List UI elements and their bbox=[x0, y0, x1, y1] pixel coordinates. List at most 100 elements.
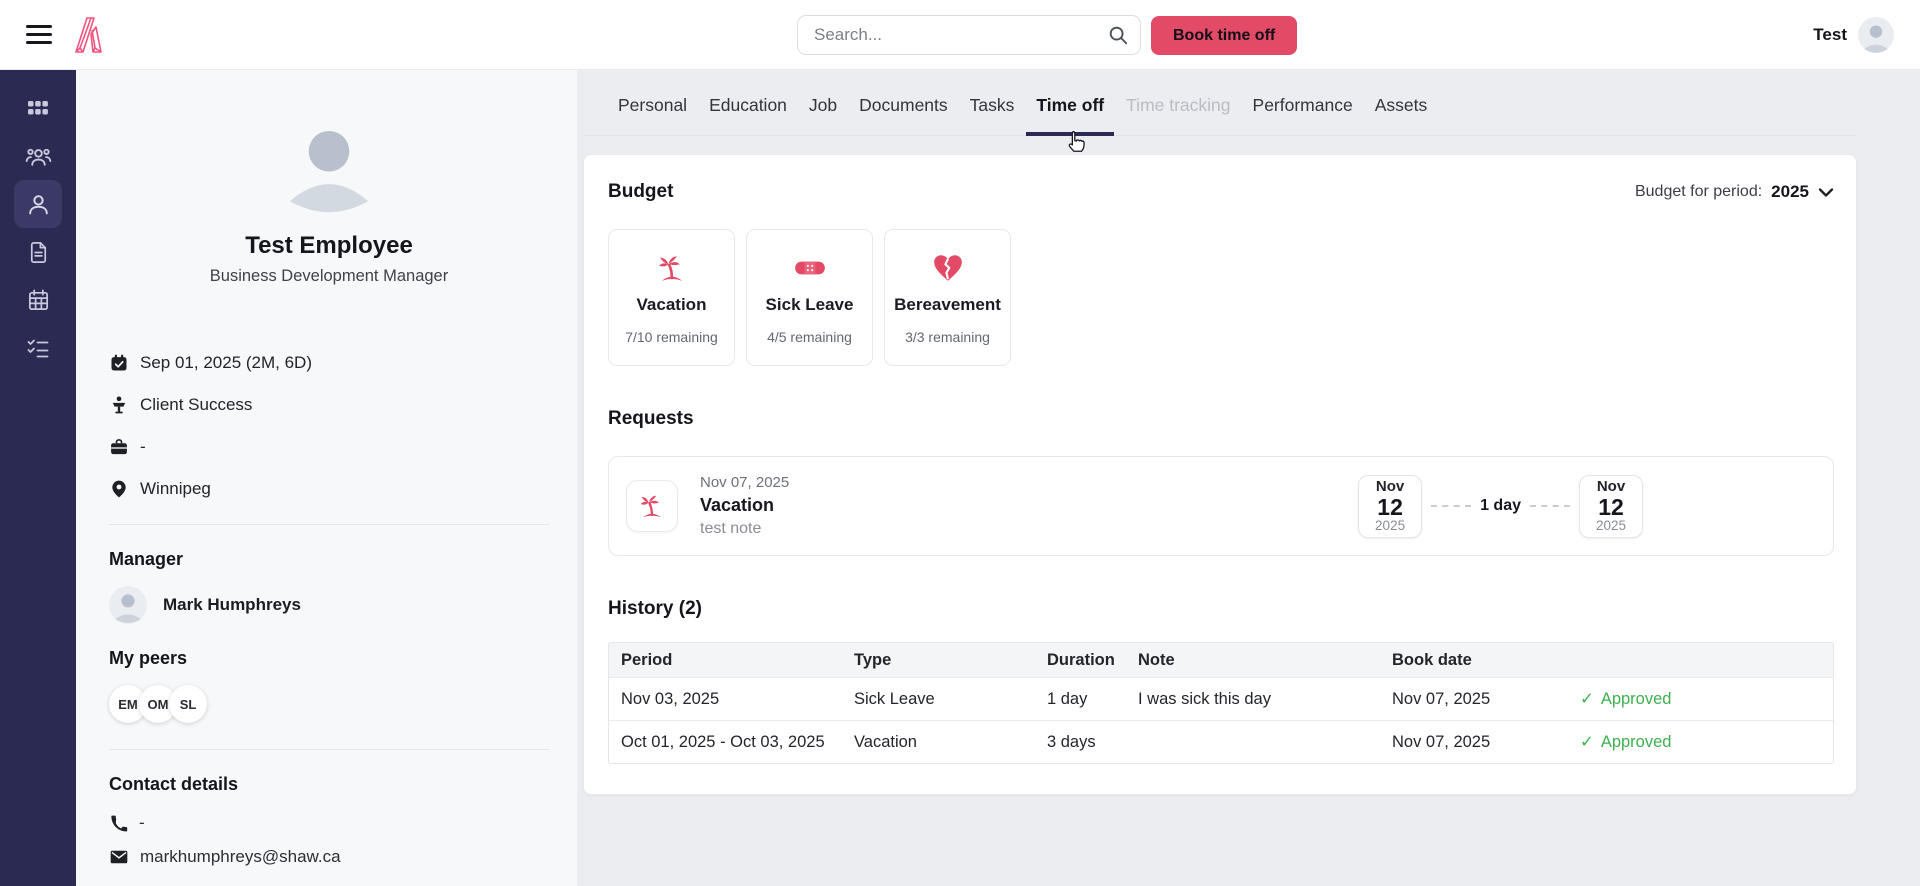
app-logo-icon[interactable] bbox=[68, 14, 108, 56]
detail-position-text: - bbox=[140, 437, 146, 456]
cell-duration: 1 day bbox=[1047, 689, 1088, 708]
budget-card-vacation: Vacation 7/10 remaining bbox=[608, 229, 735, 366]
tab-job[interactable]: Job bbox=[799, 95, 847, 136]
history-row[interactable]: Nov 03, 2025 Sick Leave 1 day I was sick… bbox=[609, 677, 1833, 720]
tab-bar: Personal Education Job Documents Tasks T… bbox=[583, 70, 1857, 136]
manager-row[interactable]: Mark Humphreys bbox=[109, 586, 549, 624]
request-item[interactable]: Nov 07, 2025 Vacation test note Nov 12 2… bbox=[608, 456, 1834, 556]
budget-card-sick-leave: Sick Leave 4/5 remaining bbox=[746, 229, 873, 366]
budget-period-select[interactable]: Budget for period: 2025 bbox=[1635, 182, 1834, 202]
cell-note: I was sick this day bbox=[1138, 689, 1271, 708]
cell-duration: 3 days bbox=[1047, 732, 1096, 751]
phone-icon bbox=[111, 815, 128, 831]
search-input[interactable] bbox=[797, 15, 1141, 55]
detail-department: Client Success bbox=[109, 384, 549, 426]
request-type: Vacation bbox=[700, 495, 775, 515]
col-duration: Duration bbox=[1047, 650, 1115, 669]
rail-item-tasks[interactable] bbox=[14, 324, 62, 372]
search-icon bbox=[1107, 24, 1129, 46]
history-table: Period Type Duration Note Book date Nov … bbox=[608, 642, 1834, 764]
cell-period: Oct 01, 2025 - Oct 03, 2025 bbox=[621, 732, 825, 751]
peers-heading: My peers bbox=[109, 648, 188, 668]
tab-personal[interactable]: Personal bbox=[608, 95, 697, 136]
budget-card-label: Sick Leave bbox=[765, 294, 854, 314]
user-name: Test bbox=[1813, 25, 1847, 44]
contact-phone: - bbox=[109, 813, 549, 833]
request-type-icon-box bbox=[626, 480, 678, 532]
calendar-check-icon bbox=[111, 354, 127, 371]
hamburger-menu-icon[interactable] bbox=[26, 25, 52, 45]
status-badge: ✓ Approved bbox=[1568, 732, 1833, 752]
status-text: Approved bbox=[1600, 689, 1672, 708]
end-year: 2025 bbox=[1595, 517, 1627, 533]
history-row[interactable]: Oct 01, 2025 - Oct 03, 2025 Vacation 3 d… bbox=[609, 720, 1833, 763]
cell-book-date: Nov 07, 2025 bbox=[1392, 732, 1491, 751]
location-pin-icon bbox=[112, 480, 126, 498]
budget-period-label: Budget for period: bbox=[1634, 183, 1763, 200]
check-icon: ✓ bbox=[1580, 733, 1594, 751]
rail-item-employee[interactable] bbox=[14, 180, 62, 228]
rail-item-apps[interactable] bbox=[14, 84, 62, 132]
briefcase-icon bbox=[111, 439, 127, 455]
chevron-down-icon bbox=[1818, 187, 1834, 197]
checklist-icon bbox=[27, 339, 49, 358]
rail-item-calendar[interactable] bbox=[14, 276, 62, 324]
divider bbox=[109, 749, 549, 750]
budget-period-value: 2025 bbox=[1771, 182, 1809, 201]
status-badge: ✓ Approved bbox=[1568, 689, 1833, 709]
detail-start-date: Sep 01, 2025 (2M, 6D) bbox=[109, 342, 549, 384]
check-icon: ✓ bbox=[1580, 690, 1594, 708]
department-icon bbox=[112, 396, 126, 414]
apps-grid-icon bbox=[28, 101, 48, 115]
budget-card-remaining: 4/5 remaining bbox=[767, 328, 852, 345]
request-created-date: Nov 07, 2025 bbox=[700, 474, 790, 491]
contact-phone-text: - bbox=[139, 813, 145, 832]
budget-card-remaining: 7/10 remaining bbox=[625, 328, 718, 345]
request-date-range: Nov 12 2025 1 day Nov 12 2025 bbox=[1358, 474, 1643, 538]
rail-item-documents[interactable] bbox=[14, 228, 62, 276]
cell-period: Nov 03, 2025 bbox=[621, 689, 720, 708]
col-type: Type bbox=[854, 650, 892, 669]
budget-heading: Budget bbox=[608, 181, 674, 202]
manager-name: Mark Humphreys bbox=[163, 595, 301, 614]
detail-location-text: Winnipeg bbox=[140, 479, 211, 498]
request-note: test note bbox=[700, 520, 762, 537]
person-icon bbox=[28, 194, 48, 214]
tab-time-off[interactable]: Time off bbox=[1026, 95, 1115, 136]
budget-card-bereavement: Bereavement 3/3 remaining bbox=[884, 229, 1011, 366]
book-time-off-button[interactable]: Book time off bbox=[1151, 16, 1298, 55]
range-dash bbox=[1530, 505, 1570, 507]
start-month: Nov bbox=[1375, 477, 1405, 495]
user-avatar bbox=[1858, 17, 1894, 53]
range-dash bbox=[1431, 505, 1472, 507]
palm-tree-icon bbox=[658, 255, 682, 281]
time-off-card: Budget Budget for period: 2025 Vacation … bbox=[583, 154, 1857, 795]
history-heading: History (2) bbox=[608, 598, 702, 619]
budget-card-remaining: 3/3 remaining bbox=[905, 328, 990, 345]
employee-details: Sep 01, 2025 (2M, 6D) Client Success - W… bbox=[109, 342, 549, 510]
tab-documents[interactable]: Documents bbox=[849, 95, 958, 136]
request-end-date: Nov 12 2025 bbox=[1579, 474, 1643, 538]
col-book-date: Book date bbox=[1392, 650, 1472, 669]
people-group-icon bbox=[25, 148, 51, 166]
manager-avatar bbox=[109, 586, 147, 624]
tab-tasks[interactable]: Tasks bbox=[960, 95, 1025, 136]
peer-avatar[interactable]: SL bbox=[169, 685, 207, 723]
tab-assets[interactable]: Assets bbox=[1365, 95, 1438, 136]
detail-department-text: Client Success bbox=[140, 395, 253, 414]
request-start-date: Nov 12 2025 bbox=[1358, 474, 1423, 538]
user-menu[interactable]: Test bbox=[1813, 17, 1894, 53]
end-day: 12 bbox=[1598, 493, 1624, 520]
cell-type: Sick Leave bbox=[854, 689, 935, 708]
budget-cards: Vacation 7/10 remaining Sick Leave 4/5 r… bbox=[608, 229, 1834, 366]
palm-tree-icon bbox=[640, 495, 661, 518]
rail-item-team[interactable] bbox=[14, 132, 62, 180]
tab-education[interactable]: Education bbox=[699, 95, 797, 136]
budget-card-label: Vacation bbox=[636, 294, 707, 314]
top-bar: Book time off Test bbox=[0, 0, 1920, 70]
employee-profile-panel: Test Employee Business Development Manag… bbox=[76, 70, 577, 886]
tab-time-tracking[interactable]: Time tracking bbox=[1116, 95, 1240, 136]
contact-email-text[interactable]: markhumphreys@shaw.ca bbox=[140, 847, 341, 867]
divider bbox=[109, 524, 549, 525]
tab-performance[interactable]: Performance bbox=[1243, 95, 1363, 136]
